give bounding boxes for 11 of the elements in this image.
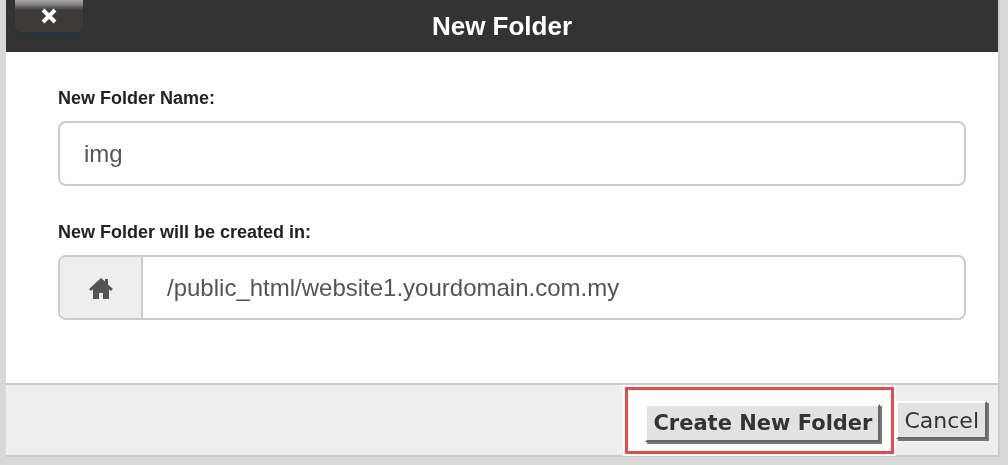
field-label: New Folder Name: — [58, 88, 217, 109]
cancel-button[interactable]: Cancel — [896, 401, 987, 439]
close-button[interactable] — [15, 0, 83, 32]
field-label: New Folder will be created in: — [58, 222, 313, 243]
path-input[interactable]: /public_html/website1.yourdomain.com.my — [143, 257, 964, 318]
close-icon — [40, 8, 58, 24]
create-folder-button[interactable]: Create New Folder — [645, 403, 881, 442]
dialog-title: New Folder — [431, 10, 573, 42]
input-field[interactable]: img — [58, 121, 966, 186]
path-field[interactable]: /public_html/website1.yourdomain.com.my — [58, 255, 966, 320]
home-icon — [87, 275, 114, 300]
